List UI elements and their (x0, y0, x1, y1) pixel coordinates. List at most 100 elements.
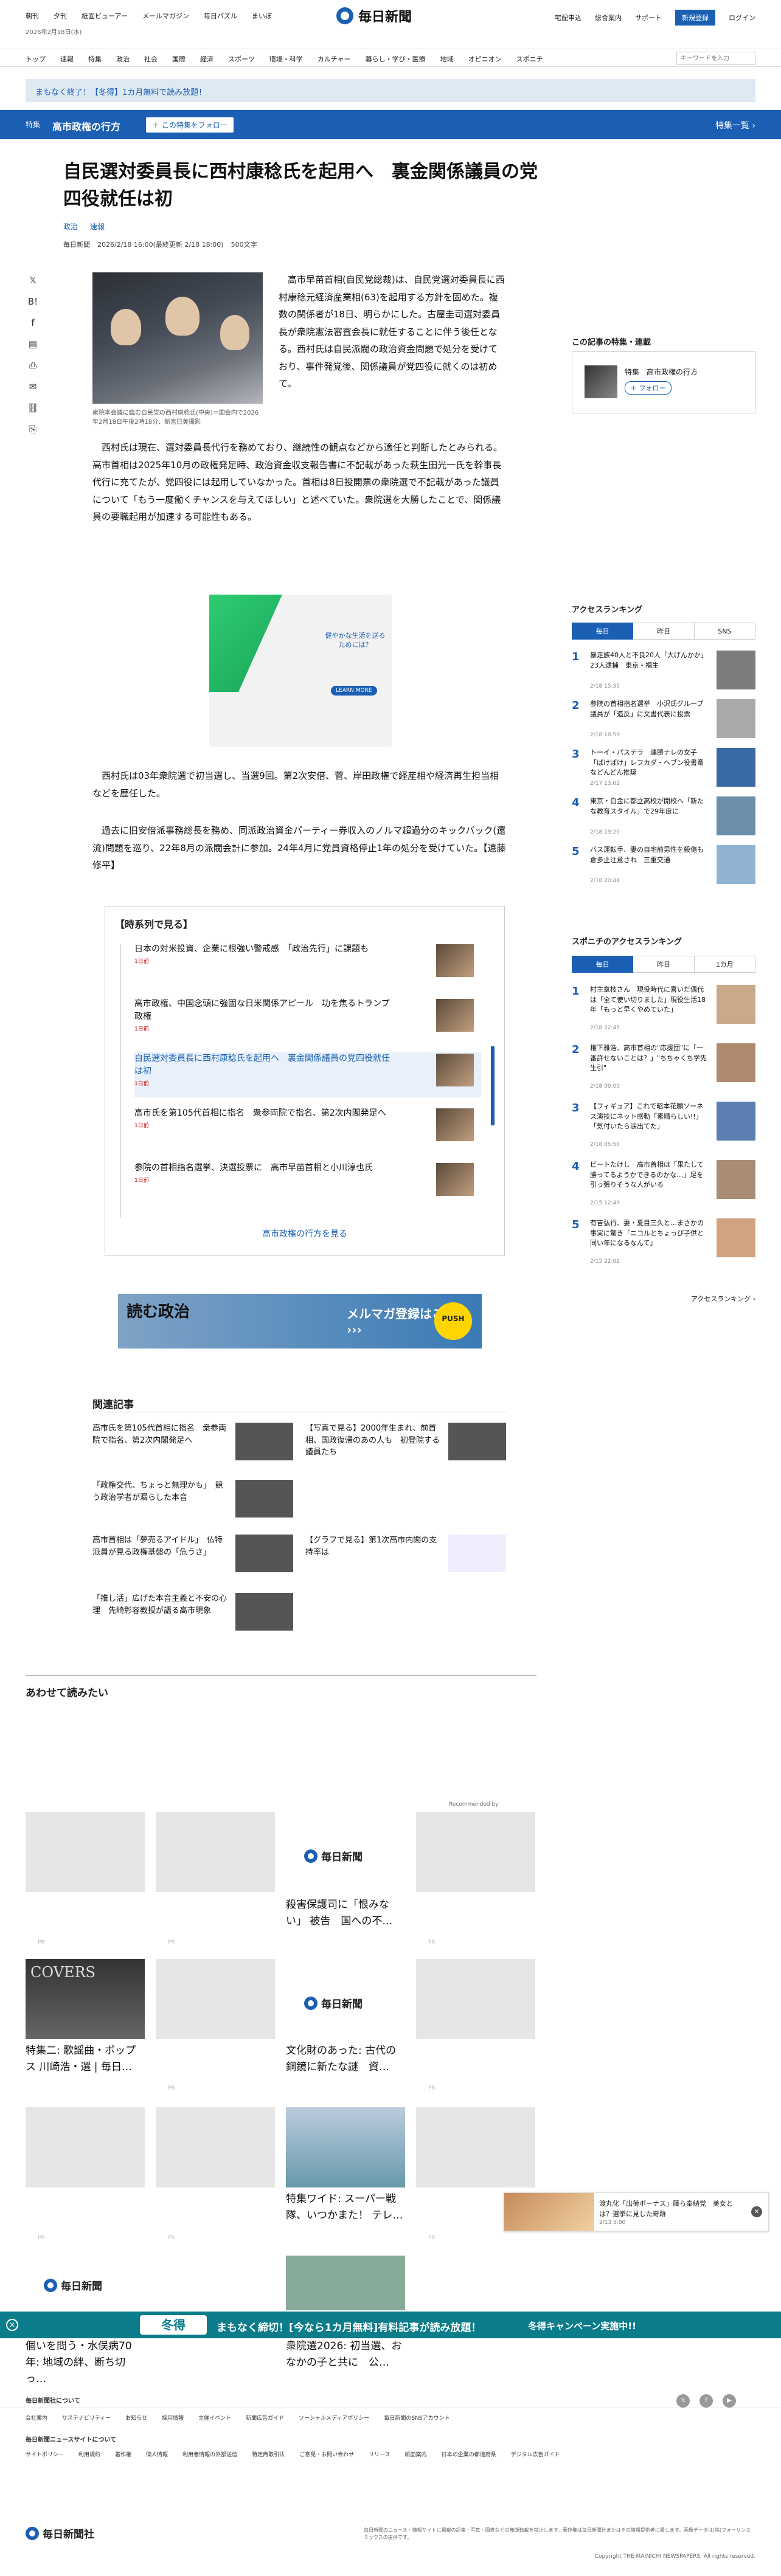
nav-top[interactable]: トップ (26, 54, 46, 64)
tab-daily[interactable]: 毎日 (572, 623, 634, 640)
login-button[interactable]: ログイン (729, 13, 755, 22)
footer-link[interactable]: お知らせ (125, 2414, 147, 2422)
nav-sports[interactable]: スポーツ (228, 54, 255, 64)
series-item[interactable]: 高市政権、中国念頭に強固な日米関係アピール 功を焦るトランプ政権 1日前 (134, 998, 481, 1043)
nav-keizai[interactable]: 経済 (200, 54, 213, 64)
tab-month[interactable]: 1カ月 (694, 956, 755, 973)
nav-sokuho[interactable]: 速報 (60, 54, 74, 64)
rec-card-title[interactable]: 文化財のあった: 古代の銅鏡に新たな謎 資… (286, 2043, 405, 2076)
rec-card-title[interactable]: 殺害保護司に「恨みない」 被告 国への不… (286, 1897, 405, 1930)
rec-card-title[interactable]: 衆院選2026: 初当選、おなかの子と共に 公… (286, 2338, 405, 2371)
nav-opinion[interactable]: オピニオン (468, 54, 502, 64)
facebook-icon[interactable]: f (699, 2394, 713, 2408)
feature-follow-button[interactable]: ＋ この特集をフォロー (146, 117, 234, 133)
rec-card-title[interactable]: 特集二: 歌謡曲・ポップス 川崎浩・選 | 毎日… (26, 2043, 145, 2076)
feature-follow-button[interactable]: ＋ フォロー (625, 381, 672, 395)
rec-card[interactable] (286, 2256, 405, 2310)
footer-link[interactable]: サイトポリシー (26, 2450, 64, 2458)
nav-science[interactable]: 環境・科学 (269, 54, 303, 64)
rec-card-title[interactable]: 特集ワイド: スーパー戦隊、いつかまた！ テレ… (286, 2191, 405, 2224)
campaign-bar[interactable]: ✕ 冬得 まもなく締切！[今なら1カ月無料]有料記事が読み放題！ 冬得キャンペー… (0, 2312, 781, 2338)
ad-banner[interactable]: 健やかな生活を送るためには？ LEARN MORE (209, 595, 392, 747)
x-icon[interactable]: 𝕏 (29, 275, 36, 286)
close-icon[interactable]: ✕ (6, 2319, 18, 2331)
footer-link[interactable]: デジタル広告ガイド (511, 2450, 560, 2458)
footer-link[interactable]: 主催イベント (198, 2414, 231, 2422)
popup-toast[interactable]: 渡丸化「出荷ボーナス」藤ら奉納党 美女とは？選挙に見した奇跡 2/13 5:00… (504, 2192, 769, 2231)
ranking-item[interactable]: 5 バス運転手、妻の自宅前男性を殺傷も 倉多止注意され 三重交通 2/18 20:4… (572, 843, 755, 888)
related-item[interactable]: 【写真で見る】2000年生まれ、前首相、国政復帰のあの人も 初登院する議員たち (305, 1423, 506, 1471)
toplink-yukan[interactable]: 夕刊 (54, 11, 67, 21)
rec-card[interactable] (156, 2107, 275, 2188)
footer-link[interactable]: 著作権 (115, 2450, 131, 2458)
category-sokuho[interactable]: 速報 (90, 221, 105, 232)
sidebar-feature-card[interactable]: 特集 高市政権の行方 ＋ フォロー (572, 351, 755, 413)
sponichi-item[interactable]: 1 村主章枝さん 現役時代に喜いだ偶代は「全て使い切りました」現役生活18年「もっ… (572, 982, 755, 1036)
series-scrollbar[interactable] (491, 1046, 495, 1125)
rec-card[interactable] (156, 1812, 275, 1892)
tab-yesterday[interactable]: 昨日 (633, 623, 695, 640)
rec-card[interactable] (416, 1812, 535, 1892)
series-more-link[interactable]: 高市政権の行方を見る (105, 1228, 504, 1240)
facebook-icon[interactable]: f (31, 317, 34, 328)
ranking-item[interactable]: 1 暴走族40人と不良20人「大げんかか」23人逮捕 東京・福生 2/18 15:3… (572, 648, 755, 693)
nav-life[interactable]: 暮らし・学び・医療 (366, 54, 426, 64)
youtube-icon[interactable]: ▶ (723, 2394, 736, 2408)
nav-chiiki[interactable]: 地域 (440, 54, 454, 64)
link-guide[interactable]: 総合案内 (595, 13, 622, 22)
sponichi-item[interactable]: 2 権下雅浩、高市首相の"応援団"に「一番許せないことは？」"ちちゃくち学先生引"… (572, 1041, 755, 1094)
toplink-viewer[interactable]: 紙面ビューアー (82, 11, 128, 21)
link-icon[interactable]: ⛓ (27, 402, 38, 413)
feature-list-link[interactable]: 特集一覧 › (715, 119, 755, 131)
hatena-icon[interactable]: B! (28, 296, 38, 307)
nav-shakai[interactable]: 社会 (144, 54, 158, 64)
sponichi-item[interactable]: 5 有吉弘行、妻・夏目三久と…まさかの事実に驚き「ニコルとちょっぴ子供と同い年にな… (572, 1216, 755, 1269)
x-icon[interactable]: 𝕏 (676, 2394, 690, 2408)
rec-card[interactable] (156, 1959, 275, 2039)
footer-link[interactable]: サステナビリティー (62, 2414, 111, 2422)
ranking-more-link[interactable]: アクセスランキング › (691, 1294, 755, 1304)
nav-sponichi[interactable]: スポニチ (516, 54, 543, 64)
footer-link[interactable]: 新聞広告ガイド (246, 2414, 284, 2422)
toplink-chokan[interactable]: 朝刊 (26, 11, 39, 21)
ranking-item[interactable]: 3 トーイ・パステラ 連勝ナレの女子「ばけばけ」レフカダ・ヘブン役書斎などんどん推… (572, 745, 755, 790)
rec-card-title[interactable]: 個いを問う・水俣病70年: 地域の絆、断ち切っ… (26, 2338, 145, 2388)
note-icon[interactable]: ▤ (29, 339, 37, 350)
print-icon[interactable]: ⎘ (29, 424, 36, 435)
series-item[interactable]: 参院の首相指名選挙、決選投票に 高市早苗首相と小川淳也氏 1日前 (134, 1162, 481, 1207)
series-item[interactable]: 高市氏を第105代首相に指名 衆参両院で指名、第2次内閣発足へ 1日前 (134, 1107, 481, 1152)
rec-card[interactable] (26, 1812, 145, 1892)
related-item[interactable]: 【グラフで見る】第1次高市内閣の支持率は (305, 1535, 506, 1583)
footer-logo[interactable]: 毎日新聞社 (26, 2526, 94, 2541)
footer-link[interactable]: 紙面案内 (405, 2450, 427, 2458)
footer-link[interactable]: 会社案内 (26, 2414, 47, 2422)
register-button[interactable]: 新規登録 (675, 10, 715, 26)
rec-card[interactable] (26, 2107, 145, 2188)
nav-kokusai[interactable]: 国際 (172, 54, 186, 64)
sponichi-item[interactable]: 4 ビートたけし 高市首相は「果たして勝ってるようかできるのかな…」足を引っ張りそ… (572, 1158, 755, 1211)
promo-banner[interactable]: まもなく終了！【冬得】1カ月無料で読み放題！ (26, 79, 755, 102)
footer-link[interactable]: 採用情報 (162, 2414, 184, 2422)
rec-card[interactable] (286, 2107, 405, 2188)
footer-link[interactable]: 利用者情報の外部送信 (182, 2450, 237, 2458)
article-photo[interactable] (92, 272, 263, 404)
footer-link[interactable]: 毎日新聞のSNSアカウント (384, 2414, 450, 2422)
footer-link[interactable]: ご意見・お問い合わせ (299, 2450, 354, 2458)
nav-seiji[interactable]: 政治 (116, 54, 130, 64)
related-item[interactable]: 高市氏を第105代首相に指名 衆参両院で指名、第2次内閣発足へ (92, 1423, 293, 1471)
related-item[interactable]: 「政権交代、ちょっと無理かも」 競う政治学者が漏らした本音 (92, 1480, 293, 1528)
rec-card[interactable] (416, 2107, 535, 2188)
footer-link[interactable]: ソーシャルメディアポリシー (299, 2414, 369, 2422)
toplink-mailmag[interactable]: メールマガジン (142, 11, 189, 21)
feature-title[interactable]: 高市政権の行方 (52, 119, 120, 133)
sponichi-item[interactable]: 3 【フィギュア】これで昭本花願ソーネス演技にネット感動「素晴らしい!!」「気付い… (572, 1099, 755, 1153)
nav-tokushu[interactable]: 特集 (88, 54, 102, 64)
footer-link[interactable]: 日本の企業の都道府県 (442, 2450, 496, 2458)
tab-yesterday[interactable]: 昨日 (633, 956, 695, 973)
rec-card[interactable] (416, 1959, 535, 2039)
link-delivery[interactable]: 宅配申込 (555, 13, 581, 22)
mail-icon[interactable]: ✉ (29, 381, 37, 392)
footer-link[interactable]: 個人情報 (146, 2450, 168, 2458)
toplink-puzzle[interactable]: 毎日パズル (204, 11, 237, 21)
series-item-current[interactable]: 自民選対委員長に西村康稔氏を起用へ 裏金関係議員の党四役就任は初 1日前 (134, 1052, 481, 1097)
